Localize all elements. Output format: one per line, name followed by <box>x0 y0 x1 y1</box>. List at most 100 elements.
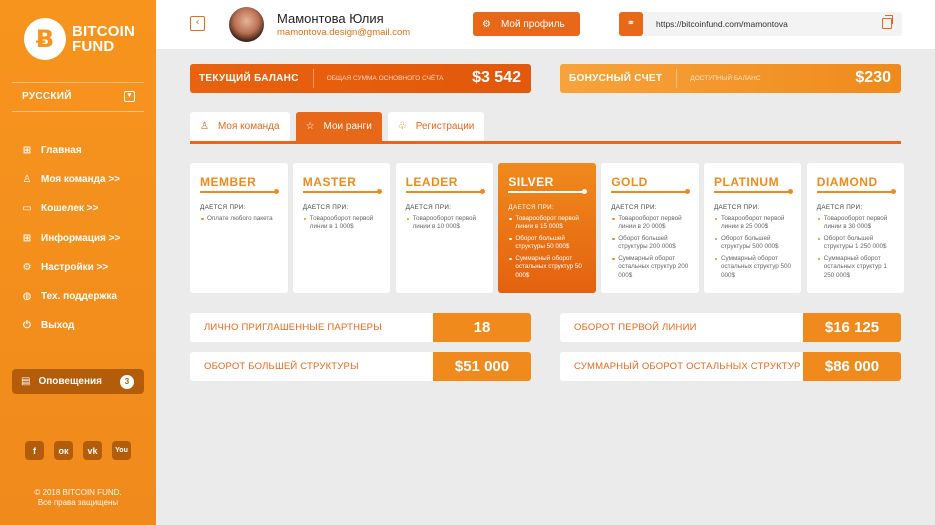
logo-text: BITCOIN FUND <box>72 23 136 55</box>
notifications-badge: 3 <box>120 375 134 389</box>
bonus-account-value: $230 <box>855 69 891 86</box>
rank-requirement: Оборот большей структуры 1 250 000$ <box>817 235 895 252</box>
odnoklassniki-icon[interactable]: ок <box>54 441 73 460</box>
youtube-icon[interactable]: You <box>112 441 131 460</box>
stat-value: $86 000 <box>803 352 901 381</box>
rank-requirement: Товарооборот первой линии в 1 000$ <box>303 215 381 232</box>
copy-icon[interactable] <box>882 15 893 29</box>
stat-label: ОБОРОТ ПЕРВОЙ ЛИНИИ <box>574 322 697 333</box>
rank-condition: ДАЕТСЯ ПРИ: <box>713 203 760 211</box>
rank-card-gold: GOLD ДАЕТСЯ ПРИ: Товарооборот первой лин… <box>601 163 699 293</box>
tab-my-team[interactable]: ♙ Моя команда <box>190 112 290 141</box>
stat-largest-structure-turnover: ОБОРОТ БОЛЬШЕЙ СТРУКТУРЫ $51 000 <box>190 352 531 381</box>
rank-requirements: Товарооборот первой линии в 15 000$ Обор… <box>508 215 586 281</box>
notifications-button[interactable]: ▤ Оповещения 3 <box>12 369 144 394</box>
bitcoin-logo-icon: Ƀ <box>24 18 66 60</box>
divider <box>676 69 678 88</box>
user-icon: ♙ <box>22 174 32 186</box>
my-profile-button[interactable]: ⚙ Мой профиль <box>473 12 580 36</box>
tab-label: Мои ранги <box>323 121 372 132</box>
tab-underline <box>190 141 901 144</box>
tab-my-ranks[interactable]: ☆ Мои ранги <box>295 112 382 141</box>
rank-requirement: Суммарный оборот остальных структур 500 … <box>714 255 792 281</box>
stat-invited-partners: ЛИЧНО ПРИГЛАШЕННЫЕ ПАРТНЕРЫ 18 <box>190 313 531 342</box>
rank-condition: ДАЕТСЯ ПРИ: <box>405 203 452 211</box>
rank-underline <box>302 189 382 194</box>
stat-value: 18 <box>433 313 531 342</box>
sidebar-item-label: Кошелек >> <box>41 203 99 215</box>
referral-url[interactable]: https://bitcoinfund.com/mamontova <box>656 19 788 29</box>
stat-first-line-turnover: ОБОРОТ ПЕРВОЙ ЛИНИИ $16 125 <box>560 313 901 342</box>
rank-condition: ДАЕТСЯ ПРИ: <box>508 203 555 211</box>
rank-requirements: Товарооборот первой линии в 30 000$ Обор… <box>817 215 895 281</box>
notifications-label: Оповещения <box>38 376 102 387</box>
rank-requirement: Товарооборот первой линии в 30 000$ <box>817 215 895 232</box>
rank-card-master: MASTER ДАЕТСЯ ПРИ: Товарооборот первой л… <box>292 163 391 293</box>
rank-underline <box>405 189 485 194</box>
sidebar-item-support[interactable]: ◍ Тех. поддержка <box>21 282 120 311</box>
rank-requirement: Оборот большей структуры 50 000$ <box>508 235 586 252</box>
rank-condition: ДАЕТСЯ ПРИ: <box>302 203 349 211</box>
divider <box>12 111 144 112</box>
sidebar-item-information[interactable]: ⊞ Информация >> <box>21 224 121 253</box>
divider <box>12 82 144 83</box>
rank-condition: ДАЕТСЯ ПРИ: <box>200 203 246 211</box>
rank-condition: ДАЕТСЯ ПРИ: <box>816 203 863 211</box>
sidebar-item-home[interactable]: ⊞ Главная <box>21 136 120 165</box>
rank-requirements: Оплате любого пакета <box>200 215 278 224</box>
user-icon: ♙ <box>200 121 209 132</box>
bonus-account-title: БОНУСНЫЙ СЧЕТ <box>569 73 663 84</box>
current-balance-value: $3 542 <box>472 69 521 86</box>
user-email[interactable]: mamontova.design@gmail.com <box>277 27 410 38</box>
sidebar-item-wallet[interactable]: ▭ Кошелек >> <box>21 194 120 223</box>
collapse-sidebar-button[interactable]: ‹ <box>190 16 205 31</box>
bonus-account-subtitle: доступный баланс <box>690 75 761 82</box>
sidebar: Ƀ BITCOIN FUND РУССКИЙ ▾ ⊞ Главная ♙ Моя… <box>0 0 156 525</box>
sidebar-item-my-team[interactable]: ♙ Моя команда >> <box>21 165 121 194</box>
current-balance-card: ТЕКУЩИЙ БАЛАНС общая сумма основного счё… <box>190 64 531 93</box>
stat-value: $51 000 <box>433 352 531 381</box>
sidebar-item-label: Информация >> <box>41 232 121 244</box>
star-icon: ☆ <box>305 121 315 132</box>
rank-underline <box>508 189 588 194</box>
language-select[interactable]: РУССКИЙ ▾ <box>22 91 135 102</box>
rank-requirements: Товарооборот первой линии в 1 000$ <box>303 215 381 232</box>
rank-requirement: Оплате любого пакета <box>200 215 278 224</box>
rank-requirement: Суммарный оборот остальных структур 50 0… <box>508 255 586 281</box>
sidebar-item-settings[interactable]: ⚙ Настройки >> <box>21 253 120 282</box>
social-links: f ок vk You <box>25 441 131 460</box>
rank-requirement: Товарооборот первой линии в 15 000$ <box>508 215 586 232</box>
top-header: ‹ Мамонтова Юлия mamontova.design@gmail.… <box>156 0 935 49</box>
avatar[interactable] <box>229 7 264 42</box>
link-icon: ⚭ <box>619 12 643 36</box>
rank-underline <box>611 189 691 194</box>
user-name: Мамонтова Юлия <box>277 11 384 26</box>
rank-name: MASTER <box>302 175 357 189</box>
sidebar-item-logout[interactable]: ⏻ Выход <box>21 311 120 340</box>
rank-requirement: Товарооборот первой линии в 25 000$ <box>714 215 792 232</box>
gear-icon: ⚙ <box>482 18 491 30</box>
chat-icon: ▤ <box>21 376 31 387</box>
rank-requirements: Товарооборот первой линии в 10 000$ <box>406 215 484 232</box>
tab-registrations[interactable]: ♧ Регистрации <box>387 112 485 141</box>
rank-name: GOLD <box>611 175 648 189</box>
current-balance-subtitle: общая сумма основного счёта <box>326 75 444 82</box>
stat-label: ЛИЧНО ПРИГЛАШЕННЫЕ ПАРТНЕРЫ <box>204 322 382 333</box>
rank-name: LEADER <box>405 175 458 189</box>
rank-card-silver: SILVER ДАЕТСЯ ПРИ: Товарооборот первой л… <box>498 163 596 293</box>
stat-label: СУММАРНЫЙ ОБОРОТ ОСТАЛЬНЫХ СТРУКТУР <box>574 361 801 372</box>
grid-icon: ⊞ <box>22 145 32 157</box>
rank-requirement: Суммарный оборот остальных структур 1 25… <box>817 255 895 281</box>
rank-name: PLATINUM <box>713 175 780 189</box>
rank-requirement: Суммарный оборот остальных структур 200 … <box>611 255 689 281</box>
facebook-icon[interactable]: f <box>25 441 44 460</box>
sidebar-item-label: Моя команда >> <box>41 174 121 186</box>
rank-name: MEMBER <box>200 175 257 189</box>
logo[interactable]: Ƀ BITCOIN FUND <box>24 18 135 60</box>
rank-requirements: Товарооборот первой линии в 25 000$ Обор… <box>714 215 792 281</box>
vk-icon[interactable]: vk <box>83 441 102 460</box>
my-profile-label: Мой профиль <box>500 18 565 30</box>
rank-underline <box>713 189 793 194</box>
rank-name: SILVER <box>508 175 554 189</box>
copyright: © 2018 BITCOIN FUND. Все права защищены <box>34 488 122 507</box>
